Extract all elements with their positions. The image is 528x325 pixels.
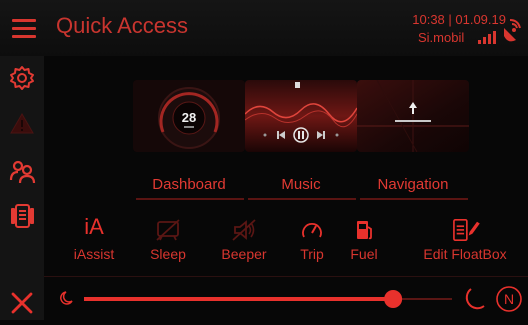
trip-button[interactable]: Trip	[292, 204, 332, 270]
brightness-slider[interactable]: N	[44, 277, 528, 320]
fuel-pump-icon	[357, 221, 372, 240]
satellite-signal-icon	[504, 19, 521, 42]
night-mode-button[interactable]: N	[496, 286, 522, 312]
tile-underline	[248, 198, 356, 200]
iassist-icon: iA	[84, 214, 104, 239]
gauge-speed-value: 28	[182, 110, 196, 125]
tile-dashboard-label: Dashboard	[152, 176, 226, 193]
tile-music[interactable]: Music	[242, 80, 358, 200]
close-icon[interactable]	[8, 288, 36, 316]
tile-underline	[360, 198, 468, 200]
tile-dashboard[interactable]: 28 Dashboard	[130, 80, 246, 200]
slider-fill	[84, 297, 394, 301]
gear-icon[interactable]	[8, 64, 36, 92]
quick-actions-bar: iA iAssist Sleep Beeper Trip Fuel Edit F…	[44, 204, 528, 270]
warning-icon[interactable]	[8, 110, 36, 138]
fuel-button[interactable]: Fuel	[344, 204, 384, 270]
beeper-icon	[232, 219, 256, 241]
users-icon[interactable]	[8, 156, 36, 184]
navigation-thumbnail	[357, 80, 469, 152]
tile-navigation[interactable]: Navigation	[354, 80, 470, 200]
trip-label: Trip	[300, 246, 324, 262]
signal-strength-icon	[478, 30, 496, 44]
iassist-label: iAssist	[73, 246, 115, 262]
fuel-label: Fuel	[350, 246, 378, 262]
main-content: 28 Dashboard Music Navigation iA iAssist…	[44, 56, 528, 320]
header-bar: Quick Access 10:38 | 01.09.19 Si.mobil	[0, 0, 528, 56]
edit-floatbox-button[interactable]: Edit FloatBox	[412, 204, 518, 270]
iassist-button[interactable]: iA iAssist	[66, 204, 122, 270]
night-mode-badge: N	[504, 291, 514, 307]
moon-small-icon	[60, 291, 73, 305]
slider-thumb[interactable]	[384, 290, 403, 308]
tile-navigation-label: Navigation	[377, 176, 449, 193]
beeper-label: Beeper	[221, 246, 267, 262]
sidebar	[0, 56, 44, 320]
page-title: Quick Access	[56, 13, 189, 38]
beeper-button[interactable]: Beeper	[214, 204, 274, 270]
dashboard-thumbnail: 28	[133, 80, 245, 152]
tile-music-label: Music	[281, 176, 321, 193]
phone-card-icon[interactable]	[8, 202, 36, 230]
sleep-label: Sleep	[150, 246, 186, 262]
speedometer-icon	[302, 223, 322, 238]
tile-underline	[136, 198, 244, 200]
hamburger-menu-icon[interactable]	[12, 19, 36, 38]
sleep-icon	[156, 219, 180, 241]
edit-list-icon	[453, 219, 480, 241]
moon-large-icon	[465, 288, 485, 310]
clock-date: 10:38 | 01.09.19	[412, 12, 506, 27]
edit-floatbox-label: Edit FloatBox	[423, 246, 507, 262]
music-thumbnail	[245, 80, 357, 152]
sleep-button[interactable]: Sleep	[142, 204, 194, 270]
